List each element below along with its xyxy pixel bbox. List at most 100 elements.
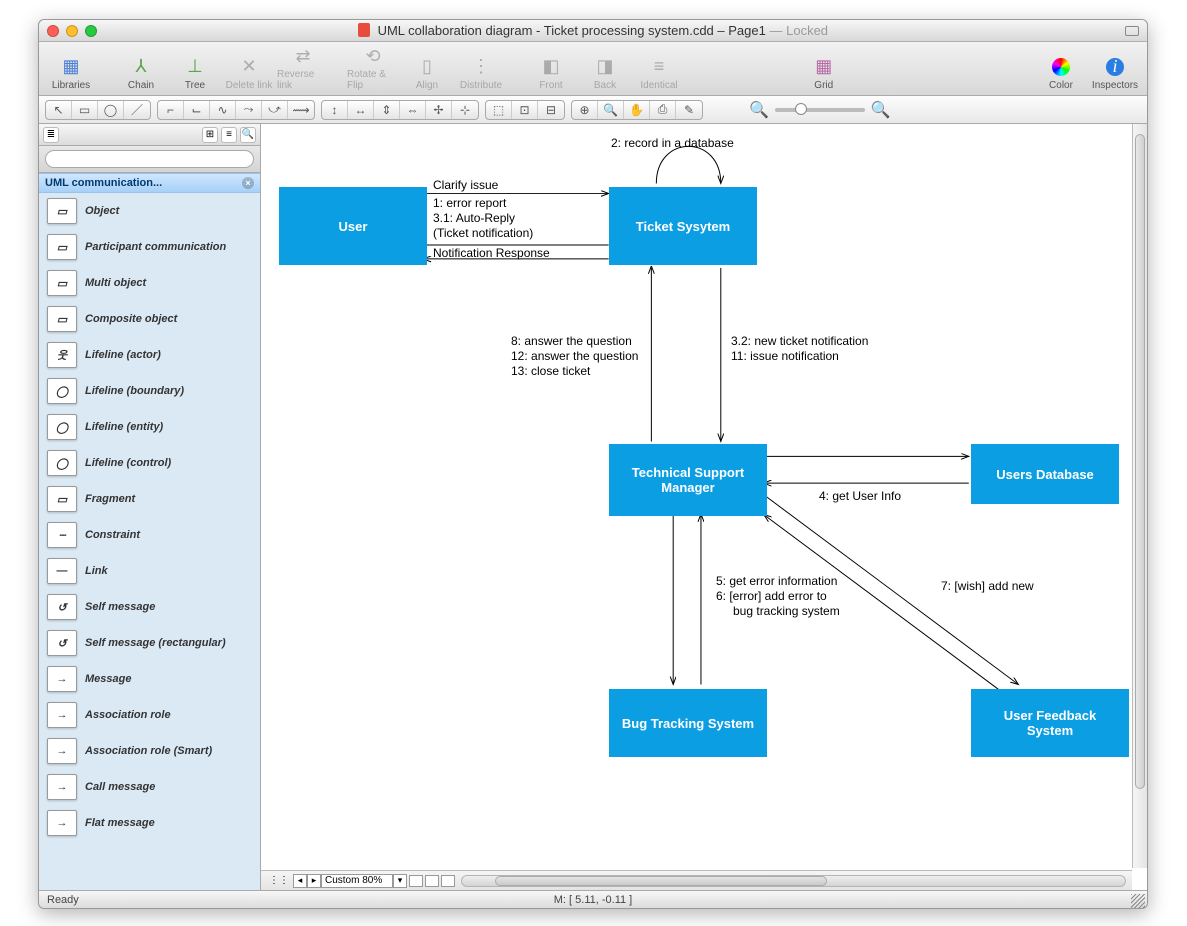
library-item[interactable]: ◯Lifeline (entity) — [39, 409, 260, 445]
label-32[interactable]: 3.2: new ticket notification — [731, 334, 868, 350]
node-tech-support-manager[interactable]: Technical Support Manager — [609, 444, 767, 516]
label-7[interactable]: 7: [wish] add new — [941, 579, 1034, 595]
label-clarify[interactable]: Clarify issue — [433, 178, 498, 194]
t6-tool[interactable]: ⊹ — [452, 101, 478, 119]
label-1[interactable]: 1: error report — [433, 196, 506, 212]
back-button[interactable]: ◨Back — [579, 45, 631, 93]
delete-link-button[interactable]: ✕Delete link — [223, 45, 275, 93]
chain-button[interactable]: ⅄Chain — [115, 45, 167, 93]
library-item[interactable]: ↺Self message (rectangular) — [39, 625, 260, 661]
label-notif[interactable]: Notification Response — [433, 246, 550, 262]
align-button[interactable]: ▯Align — [401, 45, 453, 93]
handle-icon[interactable]: ⋮⋮ — [269, 875, 289, 886]
grid-button[interactable]: ▦Grid — [798, 45, 850, 93]
horizontal-scrollbar[interactable] — [461, 875, 1126, 887]
page-icon-3[interactable] — [441, 875, 455, 887]
titlebar[interactable]: UML collaboration diagram - Ticket proce… — [39, 20, 1147, 42]
nav1-tool[interactable]: ⊕ — [572, 101, 598, 119]
library-item[interactable]: →Message — [39, 661, 260, 697]
distribute-button[interactable]: ⋮Distribute — [455, 45, 507, 93]
library-item[interactable]: ◯Lifeline (control) — [39, 445, 260, 481]
conn6-tool[interactable]: ⟿ — [288, 101, 314, 119]
zoom-level-input[interactable]: Custom 80% — [321, 874, 393, 888]
label-11[interactable]: 11: issue notification — [731, 349, 839, 365]
conn2-tool[interactable]: ⌙ — [184, 101, 210, 119]
zoom-in-icon[interactable]: 🔍 — [871, 100, 891, 120]
color-button[interactable]: Color — [1035, 45, 1087, 93]
label-31b[interactable]: (Ticket notification) — [433, 226, 533, 242]
node-user[interactable]: User — [279, 187, 427, 265]
rect-tool[interactable]: ▭ — [72, 101, 98, 119]
lib-icon[interactable]: ≣ — [43, 127, 59, 143]
library-search-input[interactable] — [45, 150, 254, 168]
pointer-tool[interactable]: ↖ — [46, 101, 72, 119]
conn4-tool[interactable]: ⤳ — [236, 101, 262, 119]
label-4[interactable]: 4: get User Info — [819, 489, 901, 505]
line-tool[interactable]: ／ — [124, 101, 150, 119]
conn5-tool[interactable]: ⤻ — [262, 101, 288, 119]
identical-button[interactable]: ≡Identical — [633, 45, 685, 93]
library-item[interactable]: ┄Constraint — [39, 517, 260, 553]
library-item[interactable]: —Link — [39, 553, 260, 589]
inspectors-button[interactable]: iInspectors — [1089, 45, 1141, 93]
label-8[interactable]: 8: answer the question — [511, 334, 632, 350]
grid-view-icon[interactable]: ⊞ — [202, 127, 218, 143]
t1-tool[interactable]: ↕ — [322, 101, 348, 119]
close-category-icon[interactable]: × — [242, 177, 254, 189]
t4-tool[interactable]: ⇔ — [400, 101, 426, 119]
library-item[interactable]: ▭Fragment — [39, 481, 260, 517]
canvas[interactable]: User Ticket Sysytem Technical Support Ma… — [261, 124, 1131, 868]
library-item[interactable]: →Flat message — [39, 805, 260, 841]
vertical-scrollbar[interactable] — [1132, 124, 1147, 868]
page-icon-1[interactable] — [409, 875, 423, 887]
libraries-button[interactable]: ▦Libraries — [45, 45, 97, 93]
label-13[interactable]: 13: close ticket — [511, 364, 590, 380]
prev-page-button[interactable]: ◂ — [293, 874, 307, 888]
library-item[interactable]: 웃Lifeline (actor) — [39, 337, 260, 373]
zoom-menu-button[interactable]: ▾ — [393, 874, 407, 888]
conn1-tool[interactable]: ⌐ — [158, 101, 184, 119]
library-item[interactable]: →Association role (Smart) — [39, 733, 260, 769]
label-record[interactable]: 2: record in a database — [611, 136, 734, 152]
s3-tool[interactable]: ⊟ — [538, 101, 564, 119]
s2-tool[interactable]: ⊡ — [512, 101, 538, 119]
nav3-tool[interactable]: ✋ — [624, 101, 650, 119]
node-user-feedback[interactable]: User Feedback System — [971, 689, 1129, 757]
t3-tool[interactable]: ⇕ — [374, 101, 400, 119]
library-item[interactable]: ▭Multi object — [39, 265, 260, 301]
front-button[interactable]: ◧Front — [525, 45, 577, 93]
close-icon[interactable] — [47, 25, 59, 37]
label-6a[interactable]: 6: [error] add error to — [716, 589, 827, 605]
library-item[interactable]: ▭Composite object — [39, 301, 260, 337]
nav4-tool[interactable]: ⎙ — [650, 101, 676, 119]
label-12[interactable]: 12: answer the question — [511, 349, 638, 365]
library-item[interactable]: ▭Object — [39, 193, 260, 229]
label-5[interactable]: 5: get error information — [716, 574, 837, 590]
library-item[interactable]: ◯Lifeline (boundary) — [39, 373, 260, 409]
label-6b[interactable]: bug tracking system — [733, 604, 840, 620]
list-view-icon[interactable]: ≡ — [221, 127, 237, 143]
ellipse-tool[interactable]: ◯ — [98, 101, 124, 119]
maximize-button[interactable] — [1125, 26, 1139, 36]
nav5-tool[interactable]: ✎ — [676, 101, 702, 119]
t2-tool[interactable]: ↔ — [348, 101, 374, 119]
node-users-database[interactable]: Users Database — [971, 444, 1119, 504]
node-bug-tracking[interactable]: Bug Tracking System — [609, 689, 767, 757]
reverse-link-button[interactable]: ⇄Reverse link — [277, 45, 329, 93]
search-icon[interactable]: 🔍 — [240, 127, 256, 143]
tree-button[interactable]: ⊥Tree — [169, 45, 221, 93]
library-item[interactable]: →Call message — [39, 769, 260, 805]
t5-tool[interactable]: ✢ — [426, 101, 452, 119]
zoom-icon[interactable] — [85, 25, 97, 37]
library-item[interactable]: ↺Self message — [39, 589, 260, 625]
zoom-slider[interactable] — [775, 108, 865, 112]
library-category[interactable]: UML communication...× — [39, 173, 260, 193]
page-icon-2[interactable] — [425, 875, 439, 887]
s1-tool[interactable]: ⬚ — [486, 101, 512, 119]
minimize-icon[interactable] — [66, 25, 78, 37]
zoom-out-icon[interactable]: 🔍 — [749, 100, 769, 120]
library-item[interactable]: ▭Participant communication — [39, 229, 260, 265]
library-items-list[interactable]: ▭Object▭Participant communication▭Multi … — [39, 193, 260, 890]
resize-grip[interactable] — [1131, 894, 1145, 908]
conn3-tool[interactable]: ∿ — [210, 101, 236, 119]
